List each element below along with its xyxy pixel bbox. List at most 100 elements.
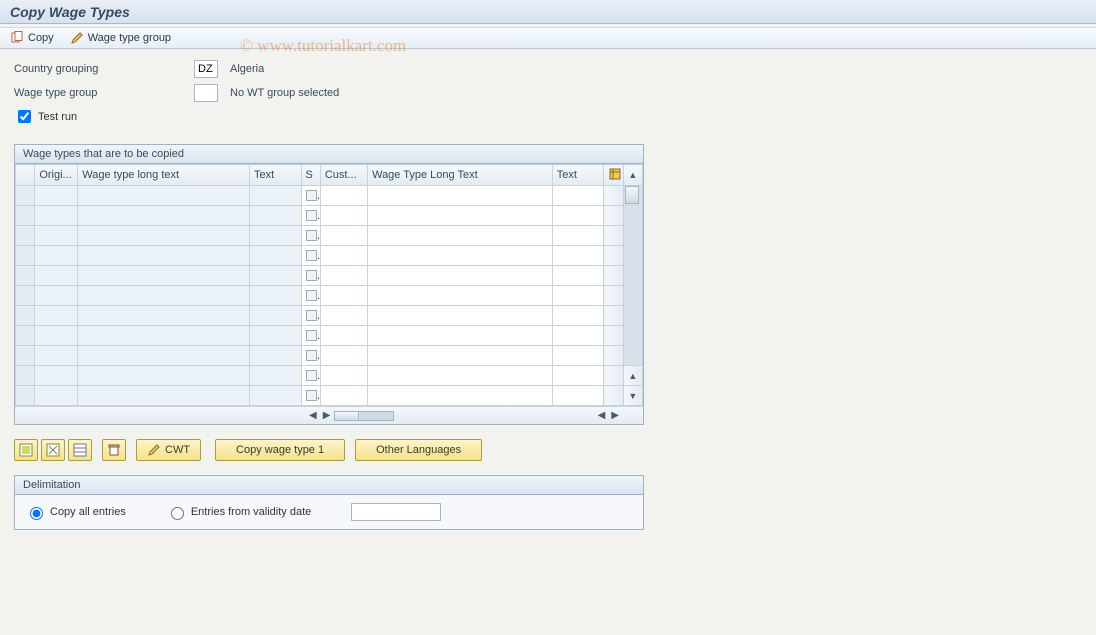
hscroll-right-arrow[interactable]: ▶	[321, 410, 333, 421]
country-grouping-input[interactable]	[194, 60, 218, 78]
cell-text[interactable]	[250, 366, 302, 386]
hscroll2-right-arrow[interactable]: ▶	[609, 410, 621, 421]
cell-text[interactable]	[250, 226, 302, 246]
cell-text[interactable]	[250, 326, 302, 346]
cell-text[interactable]	[250, 306, 302, 326]
cell-text[interactable]	[250, 386, 302, 406]
cell-text[interactable]	[250, 286, 302, 306]
cell-text-2[interactable]	[552, 266, 604, 286]
row-selector[interactable]	[16, 346, 35, 366]
cell-text[interactable]	[250, 266, 302, 286]
hscroll2-left-arrow[interactable]: ◀	[596, 410, 608, 421]
cell-s[interactable]	[301, 346, 320, 366]
cell-wage-type-long-text[interactable]	[78, 306, 250, 326]
copy-wage-type-1-button[interactable]: Copy wage type 1	[215, 439, 345, 461]
cell-cust[interactable]	[320, 306, 367, 326]
row-selector[interactable]	[16, 366, 35, 386]
cell-cust[interactable]	[320, 326, 367, 346]
cell-cust[interactable]	[320, 226, 367, 246]
col-wage-type-long-text-2[interactable]: Wage Type Long Text	[368, 165, 553, 186]
cell-origi[interactable]	[35, 326, 78, 346]
cell-origi[interactable]	[35, 266, 78, 286]
cell-cust[interactable]	[320, 206, 367, 226]
cell-origi[interactable]	[35, 346, 78, 366]
cell-cust[interactable]	[320, 346, 367, 366]
cell-text[interactable]	[250, 346, 302, 366]
deselect-all-button[interactable]	[41, 439, 65, 461]
cell-origi[interactable]	[35, 386, 78, 406]
col-text-2[interactable]: Text	[552, 165, 604, 186]
vscroll-down[interactable]: ▼	[623, 386, 642, 406]
cell-s[interactable]	[301, 306, 320, 326]
cell-text[interactable]	[250, 186, 302, 206]
delete-button[interactable]	[102, 439, 126, 461]
cell-s[interactable]	[301, 326, 320, 346]
cell-text-2[interactable]	[552, 386, 604, 406]
cell-origi[interactable]	[35, 186, 78, 206]
from-date-radio[interactable]	[171, 507, 184, 520]
cell-wage-type-long-text-2[interactable]	[368, 366, 553, 386]
from-date-radio-item[interactable]: Entries from validity date	[166, 504, 311, 520]
copy-all-radio-item[interactable]: Copy all entries	[25, 504, 126, 520]
cell-wage-type-long-text-2[interactable]	[368, 246, 553, 266]
cell-wage-type-long-text[interactable]	[78, 346, 250, 366]
cell-wage-type-long-text-2[interactable]	[368, 286, 553, 306]
cell-wage-type-long-text[interactable]	[78, 186, 250, 206]
row-selector[interactable]	[16, 306, 35, 326]
col-wage-type-long-text[interactable]: Wage type long text	[78, 165, 250, 186]
hscroll-track[interactable]	[334, 411, 394, 421]
col-text[interactable]: Text	[250, 165, 302, 186]
cell-origi[interactable]	[35, 366, 78, 386]
row-selector[interactable]	[16, 226, 35, 246]
cell-text-2[interactable]	[552, 206, 604, 226]
cell-wage-type-long-text[interactable]	[78, 366, 250, 386]
row-selector[interactable]	[16, 266, 35, 286]
cell-wage-type-long-text-2[interactable]	[368, 206, 553, 226]
toolbar-button-3[interactable]	[68, 439, 92, 461]
vscroll-thumb[interactable]	[625, 186, 639, 204]
cell-text-2[interactable]	[552, 306, 604, 326]
col-selector[interactable]	[16, 165, 35, 186]
vscroll-track[interactable]	[624, 186, 642, 365]
cell-wage-type-long-text-2[interactable]	[368, 186, 553, 206]
cell-cust[interactable]	[320, 286, 367, 306]
select-all-button[interactable]	[14, 439, 38, 461]
col-origi[interactable]: Origi...	[35, 165, 78, 186]
cell-text-2[interactable]	[552, 346, 604, 366]
cell-wage-type-long-text[interactable]	[78, 266, 250, 286]
cell-s[interactable]	[301, 186, 320, 206]
cell-origi[interactable]	[35, 286, 78, 306]
other-languages-button[interactable]: Other Languages	[355, 439, 482, 461]
col-configure[interactable]	[604, 165, 623, 186]
cell-cust[interactable]	[320, 386, 367, 406]
cell-wage-type-long-text[interactable]	[78, 206, 250, 226]
cell-origi[interactable]	[35, 206, 78, 226]
validity-date-input[interactable]	[351, 503, 441, 521]
cell-wage-type-long-text[interactable]	[78, 326, 250, 346]
cell-text-2[interactable]	[552, 246, 604, 266]
cell-text-2[interactable]	[552, 186, 604, 206]
row-selector[interactable]	[16, 206, 35, 226]
cell-text[interactable]	[250, 206, 302, 226]
cell-text-2[interactable]	[552, 286, 604, 306]
cell-s[interactable]	[301, 246, 320, 266]
wage-type-group-input[interactable]	[194, 84, 218, 102]
cell-wage-type-long-text-2[interactable]	[368, 226, 553, 246]
cell-wage-type-long-text-2[interactable]	[368, 386, 553, 406]
cell-text[interactable]	[250, 246, 302, 266]
cell-text-2[interactable]	[552, 226, 604, 246]
test-run-checkbox[interactable]	[18, 110, 31, 123]
cell-cust[interactable]	[320, 266, 367, 286]
cell-cust[interactable]	[320, 186, 367, 206]
cell-wage-type-long-text[interactable]	[78, 286, 250, 306]
copy-all-radio[interactable]	[30, 507, 43, 520]
row-selector[interactable]	[16, 326, 35, 346]
cell-wage-type-long-text-2[interactable]	[368, 306, 553, 326]
cell-s[interactable]	[301, 366, 320, 386]
vscroll-up[interactable]: ▲	[623, 165, 642, 186]
row-selector[interactable]	[16, 246, 35, 266]
cell-s[interactable]	[301, 206, 320, 226]
cell-wage-type-long-text[interactable]	[78, 386, 250, 406]
hscroll-thumb[interactable]	[335, 412, 359, 420]
vscroll-track-cell[interactable]	[623, 186, 642, 366]
